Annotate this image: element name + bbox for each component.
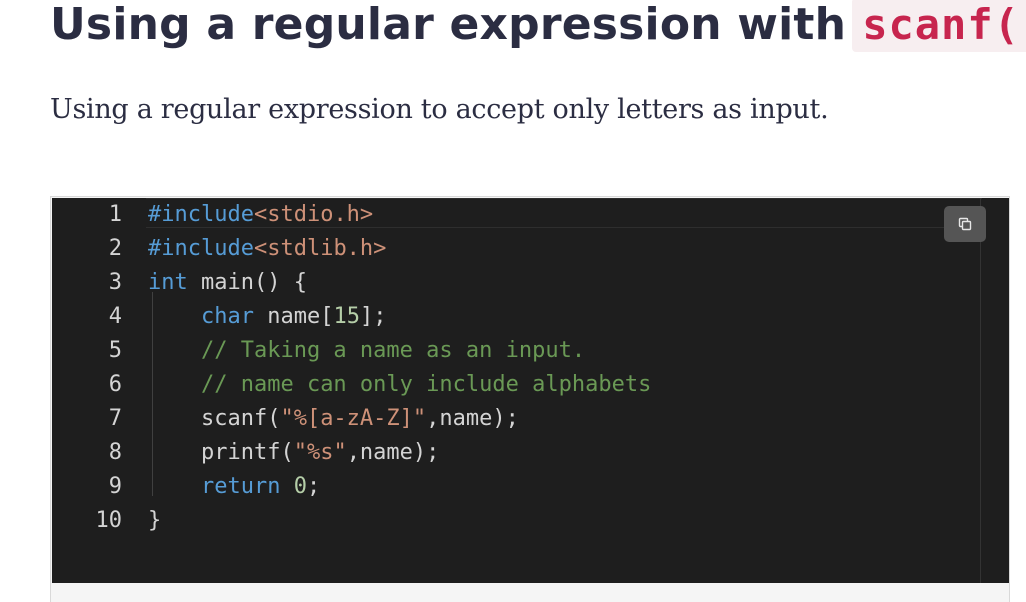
description-text: Using a regular expression to accept onl… <box>50 94 829 125</box>
line-number: 7 <box>108 406 122 431</box>
line-number: 6 <box>108 372 122 397</box>
code-line[interactable]: return 0; <box>148 470 651 504</box>
code-token: #include <box>148 202 254 227</box>
code-token: "%s" <box>293 440 347 465</box>
line-number-gutter: 1 2 3 4 5 6 7 8 9 10 <box>52 198 123 538</box>
code-line[interactable]: scanf("%[a-zA-Z]",name); <box>148 402 651 436</box>
line-number: 2 <box>108 236 122 261</box>
code-token: main() { <box>187 270 307 295</box>
code-line[interactable]: #include<stdlib.h> <box>148 232 651 266</box>
code-token: ; <box>306 474 321 499</box>
code-line[interactable]: printf("%s",name); <box>148 436 651 470</box>
code-lines[interactable]: #include<stdio.h> #include<stdlib.h> int m… <box>148 198 651 538</box>
code-token: int <box>148 270 188 295</box>
code-editor[interactable]: 1 2 3 4 5 6 7 8 9 10 #include<stdio.h> #include<st… <box>52 198 1009 583</box>
code-line[interactable]: char name[15]; <box>148 300 651 334</box>
editor-scrollbar-track <box>980 198 981 583</box>
code-token: scanf( <box>148 406 281 431</box>
code-token: <stdlib.h> <box>253 236 387 261</box>
code-token: ,name); <box>426 406 519 431</box>
code-token: ]; <box>359 304 387 329</box>
line-number: 3 <box>108 270 122 295</box>
code-token: #include <box>148 236 254 261</box>
line-number: 8 <box>108 440 122 465</box>
code-line[interactable]: // name can only include alphabets <box>148 368 651 402</box>
code-token: return <box>200 474 281 499</box>
code-token: 15 <box>333 304 360 329</box>
code-editor-container: 1 2 3 4 5 6 7 8 9 10 #include<stdio.h> #include<st… <box>50 196 1010 602</box>
code-token: // Taking a name as an input. <box>200 338 586 363</box>
code-line[interactable]: } <box>148 504 651 538</box>
code-token: 0 <box>293 474 307 499</box>
page-title-text: Using a regular expression with <box>50 0 847 50</box>
line-number: 1 <box>108 202 122 227</box>
code-line[interactable]: // Taking a name as an input. <box>148 334 651 368</box>
code-token: <stdio.h> <box>253 202 374 227</box>
page-title-code: scanf() <box>852 0 1026 52</box>
line-number: 4 <box>108 304 122 329</box>
line-number: 10 <box>95 508 123 533</box>
line-number: 5 <box>108 338 122 363</box>
code-token: char <box>200 304 254 329</box>
copy-button[interactable] <box>944 206 986 242</box>
code-token: name[ <box>253 304 334 329</box>
copy-icon <box>958 217 972 231</box>
code-token: } <box>148 508 162 533</box>
line-number: 9 <box>108 474 122 499</box>
code-token: ,name); <box>346 440 440 465</box>
code-line[interactable]: int main() { <box>148 266 651 300</box>
code-line[interactable]: #include<stdio.h> <box>148 198 651 232</box>
page-title: Using a regular expression withscanf() <box>50 0 1026 54</box>
code-token: // name can only include alphabets <box>200 372 652 397</box>
code-token: printf( <box>148 440 294 465</box>
code-token: "%[a-zA-Z]" <box>280 406 427 431</box>
